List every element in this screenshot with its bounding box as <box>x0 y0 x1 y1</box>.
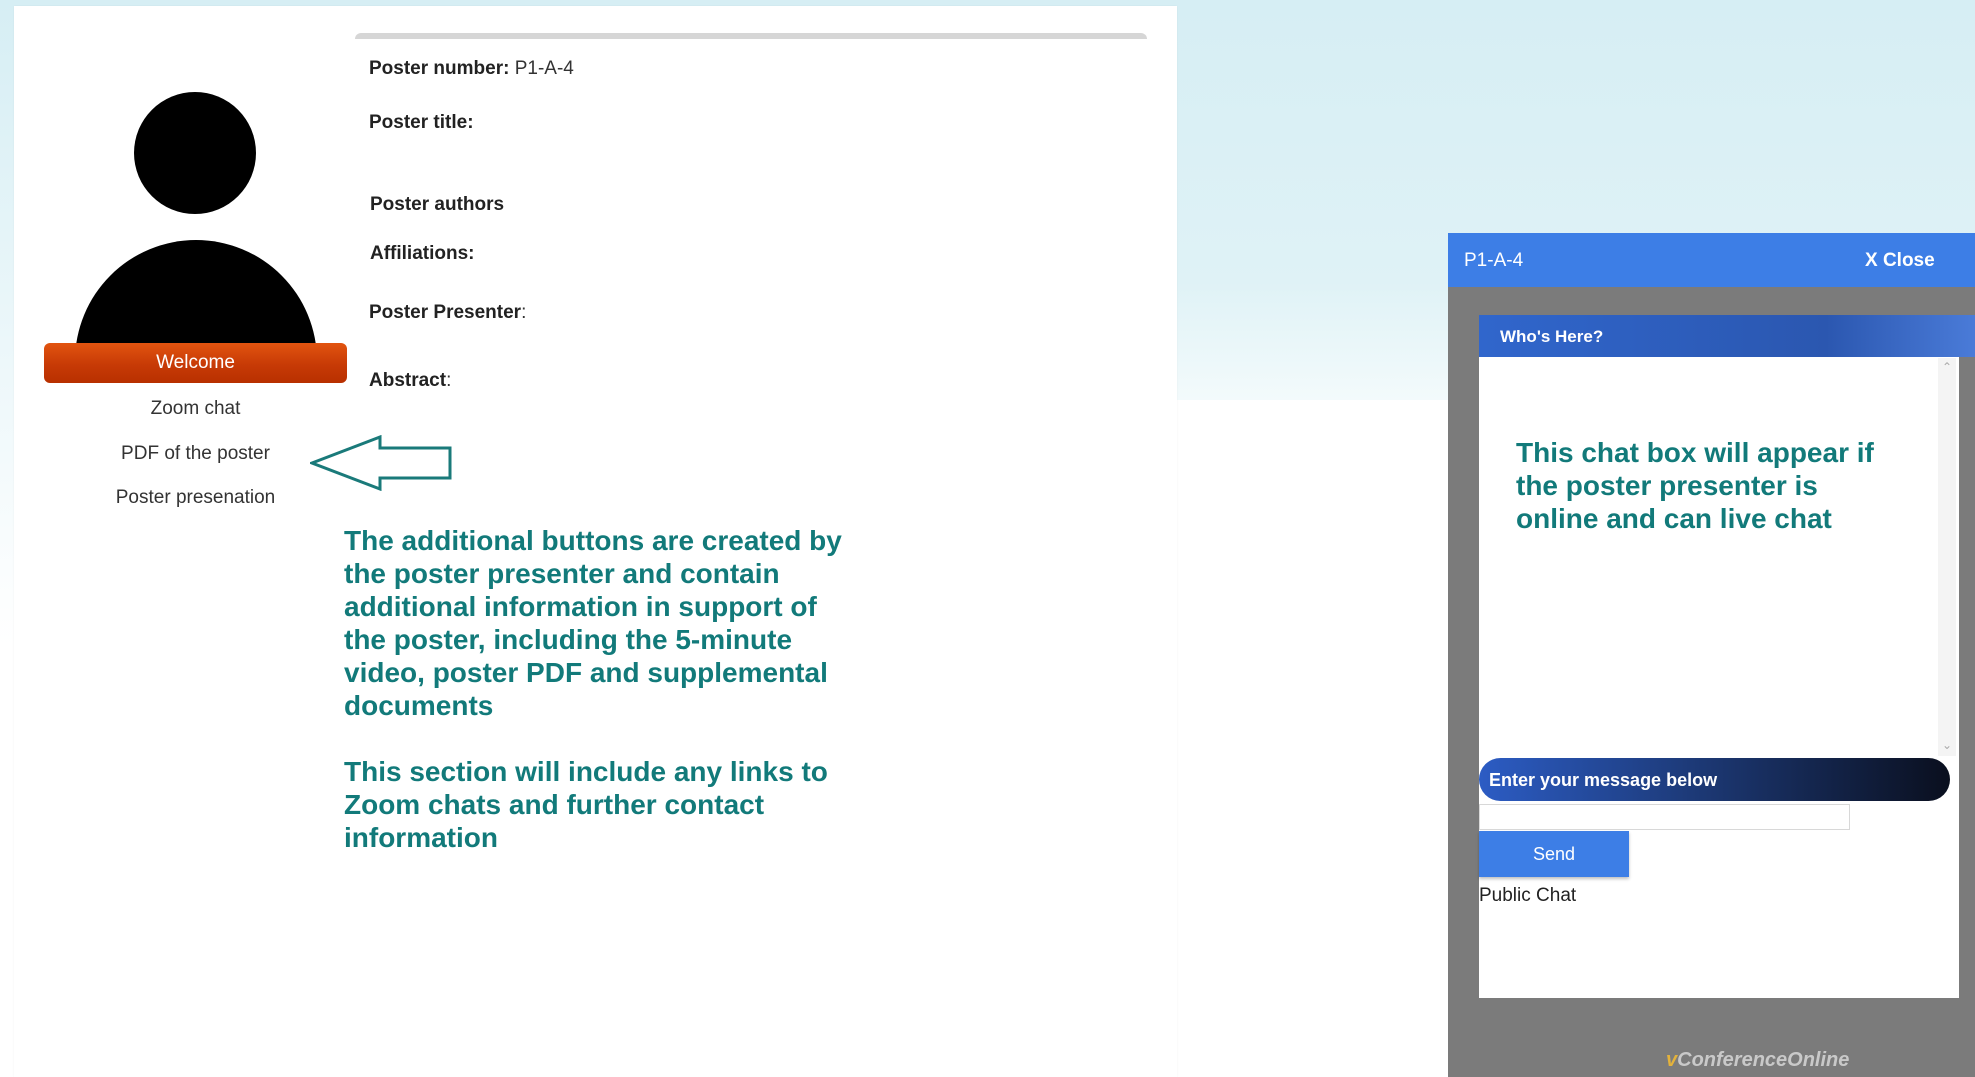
abstract-field: Abstract: <box>369 370 451 392</box>
poster-presenter-colon: : <box>521 302 527 323</box>
annotation-line: This chat box will appear if <box>1516 437 1874 468</box>
poster-title-field: Poster title: <box>369 112 474 134</box>
abstract-colon: : <box>446 370 452 391</box>
links-annotation: This section will include any links to Z… <box>344 755 828 854</box>
chat-title: P1-A-4 <box>1464 250 1524 271</box>
avatar-head-icon <box>134 92 256 214</box>
annotation-line: the poster, including the 5-minute <box>344 624 793 655</box>
poster-number-field: Poster number: P1-A-4 <box>369 58 574 80</box>
left-arrow-icon <box>310 435 452 491</box>
poster-presentation-link[interactable]: Poster presenation <box>44 487 347 509</box>
chat-annotation: This chat box will appear if the poster … <box>1516 436 1936 535</box>
annotation-line: video, poster PDF and supplemental <box>344 657 828 688</box>
public-chat-label[interactable]: Public Chat <box>1479 885 1576 907</box>
abstract-label: Abstract <box>369 370 447 391</box>
presenter-avatar <box>44 33 347 365</box>
brand-prefix: v <box>1666 1049 1678 1071</box>
background-left-strip <box>0 0 14 1077</box>
pdf-poster-link[interactable]: PDF of the poster <box>44 443 347 465</box>
annotation-line: additional information in support of <box>344 591 817 622</box>
poster-authors-label: Poster authors <box>370 194 505 215</box>
affiliations-label: Affiliations: <box>370 243 475 264</box>
brand-logo: vConferenceOnline <box>1666 1049 1849 1072</box>
annotation-line: the poster presenter is <box>1516 470 1818 501</box>
message-input[interactable] <box>1479 804 1850 830</box>
affiliations-field: Affiliations: <box>370 243 475 265</box>
scroll-up-icon[interactable]: ⌃ <box>1938 360 1956 376</box>
whos-here-bar: Who's Here? <box>1479 315 1975 357</box>
send-button[interactable]: Send <box>1479 831 1629 877</box>
annotation-line: This section will include any links to <box>344 756 828 787</box>
poster-presenter-field: Poster Presenter: <box>369 302 526 324</box>
message-prompt-bar: Enter your message below <box>1479 758 1950 801</box>
scroll-down-icon[interactable]: ⌄ <box>1938 738 1956 754</box>
brand-name: ConferenceOnline <box>1677 1049 1850 1071</box>
poster-presenter-label: Poster Presenter <box>369 302 522 323</box>
annotation-line: Zoom chats and further contact <box>344 789 765 820</box>
chat-panel: P1-A-4 X Close Who's Here? <box>1448 233 1975 1077</box>
annotation-line: online and can live chat <box>1516 503 1832 534</box>
close-chat-button[interactable]: X Close <box>1865 250 1935 272</box>
poster-number-value: P1-A-4 <box>514 58 574 79</box>
annotation-line: The additional buttons are created by <box>344 525 842 556</box>
poster-info-panel <box>355 33 1147 439</box>
annotation-line: information <box>344 822 498 853</box>
poster-number-label: Poster number: <box>369 58 510 79</box>
chat-header: P1-A-4 X Close <box>1448 233 1975 287</box>
buttons-annotation: The additional buttons are created by th… <box>344 524 842 722</box>
zoom-chat-link[interactable]: Zoom chat <box>44 398 347 420</box>
message-prompt-label: Enter your message below <box>1489 770 1718 790</box>
annotation-line: documents <box>344 690 494 721</box>
welcome-button[interactable]: Welcome <box>44 343 347 383</box>
whos-here-label: Who's Here? <box>1500 327 1604 346</box>
chat-scrollbar[interactable]: ⌃ ⌄ <box>1938 358 1956 756</box>
poster-authors-field: Poster authors <box>370 194 504 216</box>
annotation-line: the poster presenter and contain <box>344 558 780 589</box>
poster-title-label: Poster title: <box>369 112 474 133</box>
